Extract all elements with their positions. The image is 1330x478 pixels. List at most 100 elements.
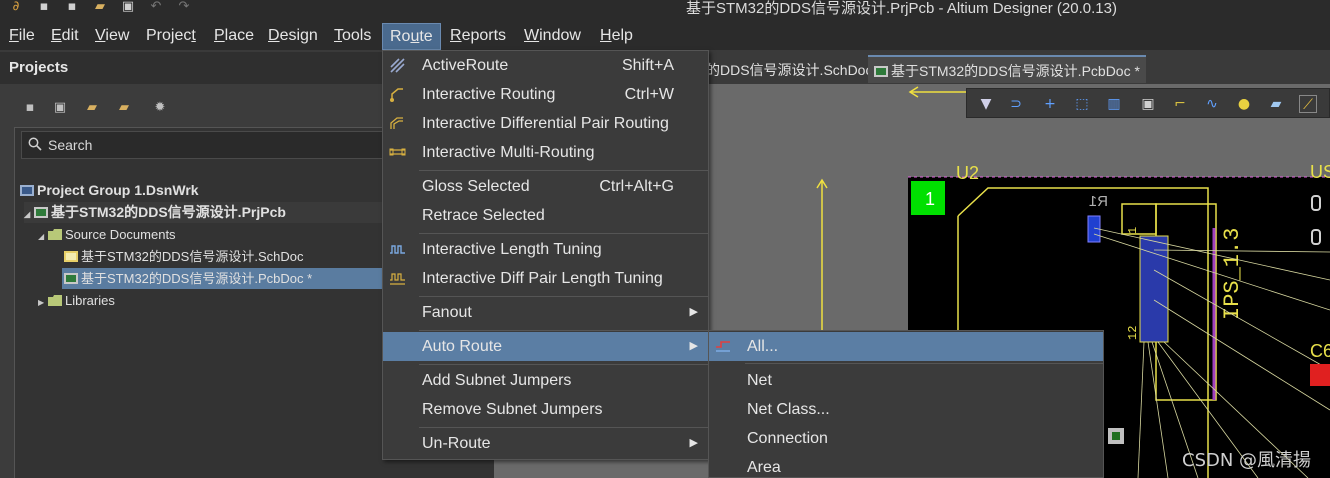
polygon-icon[interactable]: ▰ [1267, 95, 1285, 113]
c6-pad[interactable] [1310, 364, 1330, 386]
menu-item-multi-routing[interactable]: Interactive Multi-Routing [383, 138, 708, 167]
u2-label: U2 [956, 163, 979, 183]
menu-item-un-route[interactable]: Un-Route ▶ [383, 429, 708, 458]
save-icon[interactable]: ▪ [36, 0, 52, 16]
undo-icon[interactable]: ↶ [148, 0, 164, 16]
pad-1-label: 1 [925, 189, 935, 209]
diff-pair-routing-icon [390, 117, 403, 129]
window-title: 基于STM32的DDS信号源设计.PrjPcb - Altium Designe… [686, 0, 1117, 17]
ips-label: IPS_1.3 [1220, 228, 1245, 320]
project-group-row[interactable]: Project Group 1.DsnWrk [20, 180, 199, 201]
pcb-doc-icon [64, 273, 78, 284]
multi-routing-icon [389, 148, 406, 156]
menu-item-auto-route[interactable]: Auto Route ▶ [383, 332, 708, 361]
open-project-icon[interactable]: ▣ [120, 0, 136, 16]
us-label: US [1310, 162, 1330, 182]
expand-right-icon[interactable]: ▶ [38, 292, 48, 313]
pcb-active-bar: ▼ ⊃ + ⬚ ▥ ▣ ⌐ ∿ ● ▰ ⟋ [966, 88, 1330, 118]
menu-separator [745, 363, 1103, 364]
menu-separator [419, 170, 708, 171]
submenu-item-net[interactable]: Net [709, 366, 1103, 395]
route-menu: ActiveRoute Shift+A Interactive Routing Ct… [382, 50, 709, 460]
menu-item-add-subnet-jumpers[interactable]: Add Subnet Jumpers [383, 366, 708, 395]
title-bar: ∂ ▪ ▪ ▰ ▣ ↶ ↷ 基于STM32的DDS信号源设计.PrjPcb - … [0, 0, 1330, 22]
menu-tools[interactable]: Tools [334, 22, 371, 50]
snap-icon[interactable]: ⊃ [1007, 95, 1025, 113]
menu-item-remove-subnet-jumpers[interactable]: Remove Subnet Jumpers [383, 395, 708, 424]
menu-reports[interactable]: Reports [450, 22, 506, 50]
menu-item-fanout[interactable]: Fanout ▶ [383, 298, 708, 327]
search-icon [28, 137, 42, 151]
menu-window[interactable]: Window [524, 22, 581, 50]
menu-help[interactable]: Help [600, 22, 633, 50]
menu-separator [419, 364, 708, 365]
redo-icon[interactable]: ↷ [176, 0, 192, 16]
source-documents-row[interactable]: ◢ Source Documents [38, 224, 176, 245]
menu-item-gloss-selected[interactable]: Gloss Selected Ctrl+Alt+G [383, 172, 708, 201]
menu-edit[interactable]: Edit [51, 22, 79, 50]
menu-view[interactable]: View [95, 22, 129, 50]
menu-item-interactive-routing[interactable]: Interactive Routing Ctrl+W [383, 80, 708, 109]
libraries-row[interactable]: ▶ Libraries [38, 290, 115, 311]
menu-route[interactable]: Route [382, 23, 441, 50]
menu-design[interactable]: Design [268, 22, 318, 50]
c6-label: C6 [1310, 341, 1330, 361]
submenu-item-connection[interactable]: Connection [709, 424, 1103, 453]
auto-route-submenu: All... Net Net Class... Connection Area [708, 330, 1104, 478]
menu-item-retrace-selected[interactable]: Retrace Selected [383, 201, 708, 230]
tab-pcbdoc[interactable]: 基于STM32的DDS信号源设计.PcbDoc * [868, 55, 1146, 83]
submenu-arrow-icon: ▶ [689, 306, 698, 318]
submenu-item-net-class[interactable]: Net Class... [709, 395, 1103, 424]
menu-item-length-tuning[interactable]: Interactive Length Tuning [383, 235, 708, 264]
project-options-icon[interactable]: ▰ [116, 100, 132, 116]
autoroute-all-icon [716, 341, 730, 352]
menu-file[interactable]: File [9, 22, 35, 50]
folder-icon [48, 229, 62, 240]
save-all-icon[interactable]: ▪ [64, 0, 80, 16]
tab-schdoc[interactable]: 的DDS信号源设计.SchDoc [700, 56, 878, 84]
menu-separator [419, 427, 708, 428]
open-icon[interactable]: ▰ [92, 0, 108, 16]
length-tuning-icon [390, 245, 405, 254]
expand-down-icon[interactable]: ◢ [24, 204, 34, 225]
save-all-icon[interactable]: ▣ [52, 100, 68, 116]
submenu-item-all[interactable]: All... [709, 332, 1103, 361]
align-icon[interactable]: ▥ [1105, 95, 1123, 113]
menu-item-diff-pair-length-tuning[interactable]: Interactive Diff Pair Length Tuning [383, 264, 708, 293]
cross-probe-icon[interactable]: + [1041, 95, 1059, 113]
schematic-doc-icon [64, 251, 78, 262]
pcbdoc-row[interactable]: 基于STM32的DDS信号源设计.PcbDoc * [62, 268, 384, 289]
panel-title: Projects [9, 59, 69, 76]
via-icon[interactable]: ● [1235, 95, 1253, 113]
save-icon[interactable]: ▪ [22, 100, 38, 116]
menu-project[interactable]: Project [146, 22, 196, 50]
pin1-label: 1 [1126, 227, 1140, 234]
activeroute-icon [390, 58, 405, 73]
workspace-icon [20, 185, 34, 196]
schdoc-row[interactable]: 基于STM32的DDS信号源设计.SchDoc [64, 246, 303, 267]
menu-item-activeroute[interactable]: ActiveRoute Shift+A [383, 51, 708, 80]
pin12-label: 12 [1126, 326, 1140, 340]
search-input[interactable] [48, 134, 388, 156]
pcb-project-icon [34, 207, 48, 218]
component-icon[interactable]: ▣ [1139, 95, 1157, 113]
pcb-doc-icon [874, 66, 888, 77]
expand-down-icon[interactable]: ◢ [38, 226, 48, 247]
menu-item-diff-pair-routing[interactable]: Interactive Differential Pair Routing [383, 109, 708, 138]
select-rect-icon[interactable]: ⬚ [1073, 95, 1091, 113]
gear-icon[interactable]: ✹ [152, 100, 168, 116]
submenu-arrow-icon: ▶ [689, 437, 698, 449]
length-tune-icon[interactable]: ∿ [1203, 95, 1221, 113]
submenu-arrow-icon: ▶ [689, 340, 698, 352]
route-icon[interactable]: ⌐ [1171, 95, 1189, 113]
line-icon[interactable]: ⟋ [1299, 95, 1317, 113]
menu-place[interactable]: Place [214, 22, 254, 50]
search-box[interactable] [21, 131, 401, 159]
open-folder-icon[interactable]: ▰ [84, 100, 100, 116]
project-row[interactable]: ◢ 基于STM32的DDS信号源设计.PrjPcb [24, 202, 384, 223]
menu-separator [419, 330, 708, 331]
submenu-item-area[interactable]: Area [709, 453, 1103, 478]
r1-label: R1 [1089, 193, 1108, 210]
filter-icon[interactable]: ▼ [977, 95, 995, 113]
menu-separator [419, 233, 708, 234]
